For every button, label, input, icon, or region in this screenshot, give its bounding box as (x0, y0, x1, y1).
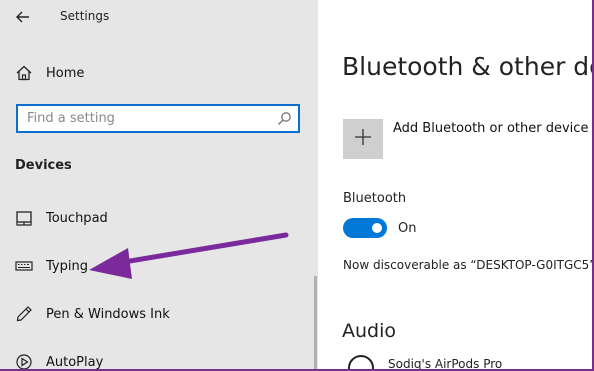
sidebar-item-label: Pen & Windows Ink (46, 306, 170, 322)
add-device-button[interactable] (343, 119, 383, 159)
headphones-icon (348, 355, 374, 369)
sidebar-item-label: Touchpad (46, 210, 108, 226)
keyboard-icon (14, 256, 34, 276)
pen-icon (14, 304, 34, 324)
sidebar-item-home[interactable]: Home (0, 59, 318, 87)
settings-window: Settings Home Devices Touchpad Typing (0, 0, 592, 369)
plus-icon (354, 128, 372, 150)
sidebar-item-label: Typing (46, 258, 88, 274)
audio-heading: Audio (342, 320, 397, 342)
audio-device-name[interactable]: Sodiq's AirPods Pro (388, 357, 502, 369)
sidebar-scrollbar[interactable] (314, 276, 317, 369)
home-icon (14, 63, 34, 83)
toggle-knob (372, 223, 382, 233)
search-icon[interactable] (277, 111, 292, 126)
autoplay-icon (14, 352, 34, 369)
section-title: Devices (15, 158, 72, 173)
sidebar: Settings Home Devices Touchpad Typing (0, 0, 318, 369)
discoverable-text: Now discoverable as “DESKTOP-G0ITGC5” (343, 258, 592, 272)
toggle-state-label: On (398, 221, 417, 236)
main-content: Bluetooth & other devices Add Bluetooth … (318, 0, 592, 369)
sidebar-item-pen-windows-ink[interactable]: Pen & Windows Ink (0, 300, 318, 328)
add-device-label[interactable]: Add Bluetooth or other device (393, 121, 588, 136)
bluetooth-heading: Bluetooth (343, 191, 407, 206)
window-title: Settings (60, 9, 110, 23)
back-arrow-icon[interactable] (12, 6, 34, 28)
sidebar-item-label: AutoPlay (46, 354, 104, 370)
search-box[interactable] (16, 104, 300, 133)
touchpad-icon (14, 208, 34, 228)
search-input[interactable] (27, 109, 267, 128)
sidebar-item-autoplay[interactable]: AutoPlay (0, 348, 318, 369)
bluetooth-toggle[interactable] (343, 218, 387, 238)
sidebar-item-typing[interactable]: Typing (0, 252, 318, 280)
sidebar-item-touchpad[interactable]: Touchpad (0, 204, 318, 232)
sidebar-item-label: Home (46, 65, 85, 81)
page-title: Bluetooth & other devices (342, 52, 592, 81)
